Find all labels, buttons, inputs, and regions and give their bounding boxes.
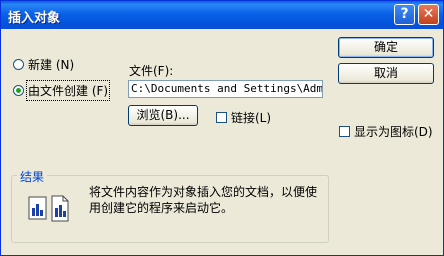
from-file-radio-option[interactable]: 由文件创建 (F): [13, 80, 111, 101]
insert-object-dialog: 插入对象 ? ✕ 新建 (N) 由文件创建 (F) 文件(F): C:\Docu…: [0, 0, 444, 256]
from-file-radio[interactable]: [13, 85, 24, 96]
link-label: 链接(L): [231, 111, 272, 125]
window-title: 插入对象: [8, 11, 61, 26]
display-as-icon-checkbox[interactable]: [339, 126, 350, 137]
display-as-icon-option[interactable]: 显示为图标(D): [339, 123, 433, 140]
browse-button[interactable]: 浏览(B)...: [128, 105, 198, 126]
display-as-icon-label: 显示为图标(D): [354, 125, 433, 139]
new-radio-label: 新建 (N): [28, 58, 75, 72]
close-button[interactable]: ✕: [418, 4, 439, 25]
file-path-input[interactable]: C:\Documents and Settings\Admini: [128, 80, 323, 98]
ok-button[interactable]: 确定: [338, 37, 434, 58]
embedded-document-icon: [28, 195, 69, 222]
result-group-title: 结果: [17, 168, 48, 185]
link-checkbox-option[interactable]: 链接(L): [216, 109, 271, 126]
new-radio-option[interactable]: 新建 (N): [13, 56, 74, 73]
from-file-radio-label: 由文件创建 (F): [25, 80, 111, 101]
file-label: 文件(F):: [129, 64, 174, 78]
result-description: 将文件内容作为对象插入您的文档，以便使用创建它的程序来启动它。: [89, 185, 318, 215]
cancel-button[interactable]: 取消: [338, 63, 434, 84]
link-checkbox[interactable]: [216, 112, 227, 123]
new-radio[interactable]: [13, 59, 24, 70]
title-bar[interactable]: 插入对象 ? ✕: [1, 1, 443, 29]
dialog-body: 新建 (N) 由文件创建 (F) 文件(F): C:\Documents and…: [1, 29, 443, 255]
help-button[interactable]: ?: [394, 4, 415, 25]
